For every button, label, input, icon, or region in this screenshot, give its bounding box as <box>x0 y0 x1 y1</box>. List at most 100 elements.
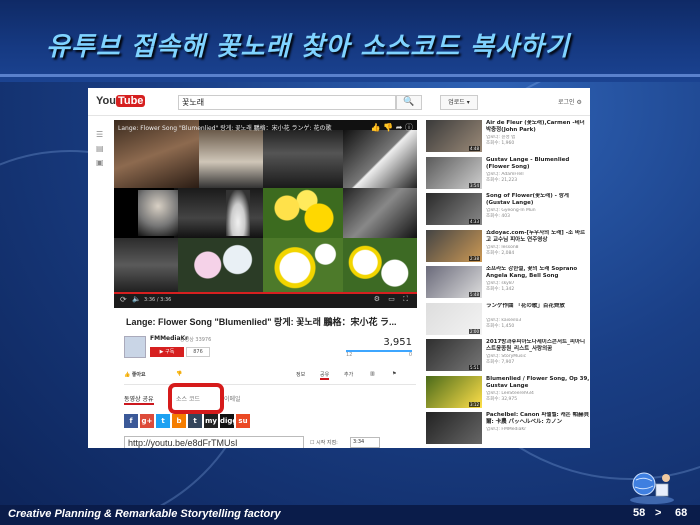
related-video-views: 조회수: 2,084 <box>486 250 515 256</box>
replay-icon[interactable]: ⟳ <box>120 295 127 304</box>
video-duration: 5:48 <box>469 292 480 297</box>
thumbnail-piano <box>343 130 417 188</box>
social-share-icon[interactable]: my <box>204 414 218 428</box>
related-video-thumbnail[interactable]: 3:12 <box>426 375 482 408</box>
slide-title: 유투브 접속해 꽃노래 찾아 소스코드 복사하기 <box>46 32 570 62</box>
thumbnail-portrait <box>138 190 178 236</box>
avatar[interactable] <box>124 336 146 358</box>
logo-you: You <box>96 95 116 107</box>
like-button[interactable]: 👍 좋아요 <box>124 371 146 378</box>
related-video-thumbnail[interactable]: 4:48 <box>426 120 482 152</box>
share-url-field[interactable]: http://youtu.be/e8dFrTMUsI <box>124 436 304 448</box>
social-share-icon[interactable]: b <box>172 414 186 428</box>
related-video-title[interactable]: Blumenlied / Flower Song, Op 39, Gustav … <box>486 376 590 390</box>
related-video-uploader: 업로더: LeeSteerel934 <box>486 390 534 396</box>
tab-share[interactable]: 공유 <box>320 371 330 380</box>
player-overlay-title: Lange: Flower Song "Blumenlied" 랑게: 꽃노래 … <box>118 125 332 132</box>
related-video-title[interactable]: 2017방과후피아노다세이스콘서트_피아니스트윤종원_리스트_사랑의꿈 <box>486 339 590 353</box>
player-controls[interactable]: ⟳ 🔈 3:36 / 3:36 ⚙ ▭ ⛶ <box>114 292 417 308</box>
thumbnail-stage <box>178 188 263 238</box>
thumbnail-piano-keys <box>343 188 417 238</box>
related-video-title[interactable]: 소프라노 강한설, 꽃의 노래 Soprano Angela Kang, Bel… <box>486 266 590 280</box>
page-current[interactable]: 58 <box>633 507 645 519</box>
related-video-uploader: 업로더: sky87 <box>486 281 515 286</box>
related-video-item[interactable]: 4:33 Song of Flower(꽃노래) - 랑게 (Gustav Lan… <box>426 193 590 229</box>
tab-add[interactable]: 추가 <box>344 371 353 378</box>
globe-icon <box>630 472 674 504</box>
video-duration: 5:51 <box>469 365 480 370</box>
related-video-meta: 업로더: FMMediaKr <box>486 427 590 433</box>
related-video-title[interactable]: 쇼doyac.com-[두우사의 노래] -조 바르고 교수님 피아노 연주영상 <box>486 230 590 244</box>
related-video-item[interactable]: 2:38 쇼doyac.com-[두우사의 노래] -조 바르고 교수님 피아노 … <box>426 229 590 266</box>
related-video-thumbnail[interactable]: 2:38 <box>426 229 482 262</box>
related-video-thumbnail[interactable]: 4:33 <box>426 193 482 225</box>
subscribe-button[interactable]: ▶ 구독 <box>150 347 184 357</box>
social-share-icon[interactable]: su <box>236 414 250 428</box>
related-video-thumbnail[interactable]: 5:51 <box>426 339 482 371</box>
progress-bar[interactable] <box>114 292 417 294</box>
guide-icons[interactable]: ☰ ▤ ▣ <box>96 128 106 170</box>
volume-icon[interactable]: 🔈 <box>132 295 141 303</box>
channel-videos[interactable]: 동영상 33976 <box>180 336 211 343</box>
related-video-thumbnail[interactable]: 2:00 <box>426 302 482 335</box>
related-video-title[interactable]: Song of Flower(꽃노래) - 랑게 (Gustav Lange) <box>486 193 590 207</box>
stats-icon[interactable]: ▥ <box>370 371 375 377</box>
related-video-item[interactable]: 3:54 Gustav Lange - Blumenlied (Flower So… <box>426 156 590 193</box>
related-video-meta: 업로더: AdamFrell 조회수: 21,223 <box>486 172 590 184</box>
related-video-thumbnail[interactable]: 3:54 <box>426 156 482 189</box>
page-next-arrow[interactable]: > <box>655 507 661 519</box>
player-top-icons[interactable]: 👍 👎 ➦ ⓘ <box>371 122 413 133</box>
dislike-button[interactable]: 👎 <box>176 371 182 377</box>
related-video-uploader: 업로더: FMMediaKr <box>486 427 527 432</box>
related-video-item[interactable]: 3:12 Blumenlied / Flower Song, Op 39, Gus… <box>426 375 590 412</box>
related-video-item[interactable]: 2:00 ランゲ作曲 「花の歌」百花齊放 업로더: kaiseiIo3 조회수: 1,… <box>426 302 590 339</box>
thumbnail-pink-flowers <box>178 238 263 292</box>
flag-icon[interactable]: ⚑ <box>392 371 396 377</box>
search-icon[interactable]: 🔍 <box>396 95 422 110</box>
youtube-logo[interactable]: You Tube <box>96 95 146 107</box>
search-input[interactable]: 꽃노래 <box>178 95 396 110</box>
upload-button[interactable]: 업로드 ▾ <box>440 95 478 110</box>
related-video-uploader: 업로더: 윤성 범 <box>486 135 516 140</box>
video-player[interactable]: Lange: Flower Song "Blumenlied" 랑게: 꽃노래 … <box>114 120 417 308</box>
divider <box>124 384 416 385</box>
related-video-title[interactable]: Air de Fleur (꽃노래),Carmen -테너 박충정(John P… <box>486 120 590 134</box>
share-tabs: 동영상 공유 소스 코드 이메일 <box>124 394 324 406</box>
related-video-views: 조회수: 1,960 <box>486 141 515 146</box>
youtube-header: You Tube 꽃노래 🔍 업로드 ▾ 로그인 ⚙ <box>88 88 590 116</box>
related-video-title[interactable]: Gustav Lange - Blumenlied (Flower Song) <box>486 157 590 171</box>
start-time-field[interactable]: 3:34 <box>350 437 380 448</box>
video-duration: 2:38 <box>469 255 480 261</box>
related-video-item[interactable]: 4:48 Air de Fleur (꽃노래),Carmen -테너 박충정(Jo… <box>426 120 590 156</box>
related-video-thumbnail[interactable]: 5:48 <box>426 266 482 298</box>
related-video-views: 조회수: 32,975 <box>486 396 518 402</box>
related-video-meta: 업로더: LeeSteerel934 조회수: 32,975 <box>486 391 590 403</box>
video-duration: 2:00 <box>469 328 480 334</box>
thumbnail-daisies <box>263 238 343 292</box>
page-next[interactable]: 68 <box>675 507 687 519</box>
tab-info[interactable]: 정보 <box>296 371 305 378</box>
social-share-icon[interactable]: digg <box>220 414 237 428</box>
like-counts: 12 0 <box>346 352 412 358</box>
related-video-item[interactable]: 5:51 2017방과후피아노다세이스콘서트_피아니스트윤종원_리스트_사랑의꿈 업… <box>426 339 590 375</box>
related-video-thumbnail[interactable] <box>426 412 482 444</box>
tab-email[interactable]: 이메일 <box>224 394 241 403</box>
related-video-title[interactable]: Pachelbel: Canon 파헬벨: 캐논 帕赫貝爾: 卡農 パッヘルベル… <box>486 412 590 426</box>
start-at-label[interactable]: ☐ 시작 지점: <box>310 439 338 446</box>
social-share-icons: f g+ t b t my digg su <box>124 414 250 428</box>
social-share-icon[interactable]: t <box>188 414 202 428</box>
video-duration: 4:33 <box>469 219 480 224</box>
related-video-meta: 업로더: StoryMusic 조회수: 7,907 <box>486 354 590 366</box>
dislike-count: 0 <box>408 352 412 358</box>
social-share-icon[interactable]: t <box>156 414 170 428</box>
social-share-icon[interactable]: f <box>124 414 138 428</box>
settings-icon[interactable]: ⚙ ▭ ⛶ <box>374 295 411 304</box>
thumbnail-soprano <box>226 190 250 236</box>
time-display: 3:36 / 3:36 <box>144 297 172 303</box>
related-video-item[interactable]: Pachelbel: Canon 파헬벨: 캐논 帕赫貝爾: 卡農 パッヘルベル… <box>426 412 590 448</box>
related-video-item[interactable]: 5:48 소프라노 강한설, 꽃의 노래 Soprano Angela Kang,… <box>426 266 590 302</box>
social-share-icon[interactable]: g+ <box>140 414 154 428</box>
tab-share-video[interactable]: 동영상 공유 <box>124 394 154 405</box>
related-video-title[interactable]: ランゲ作曲 「花の歌」百花齊放 <box>486 303 590 310</box>
signin-link[interactable]: 로그인 ⚙ <box>558 97 582 106</box>
